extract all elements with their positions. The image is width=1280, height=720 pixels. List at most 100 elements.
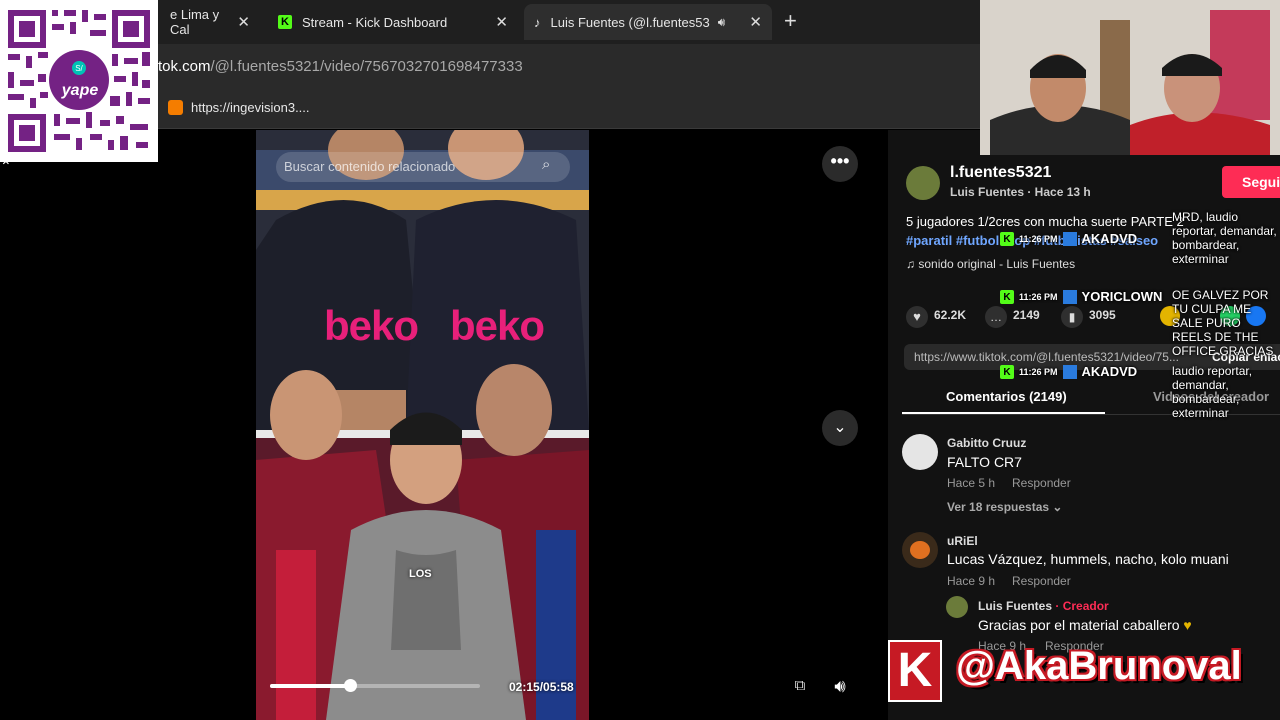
reply-button[interactable]: Responder [1012,476,1071,490]
bookmark-ingevision[interactable]: https://ingevision3.... [168,100,310,115]
kick-badge-icon: K [1000,290,1014,304]
video-frame [256,130,589,720]
comment-time: Hace 9 h [947,574,996,588]
creator-badge: Creador [1062,599,1109,613]
kick-badge-icon: K [1000,232,1014,246]
related-search-bar[interactable]: Buscar contenido relacionado ⌕ [276,152,570,182]
yape-qr-code: S/ yape [0,0,158,162]
shirt-logo-left: beko [324,302,419,349]
progress-handle[interactable] [343,679,357,692]
likes-count: 62.2K [934,308,967,322]
tab-lima[interactable]: e Lima y Cal ✕ [160,4,260,40]
chevron-down-icon: ⌄ [1049,500,1063,514]
url-path: /@l.fuentes5321/video/756703270169847733… [210,58,523,75]
avatar[interactable] [906,166,940,200]
chat-message-text: OE GALVEZ POR TU CULPA ME SALE PURO REEL… [1172,288,1274,358]
comment-user[interactable]: Gabitto Cruuz [947,436,1026,450]
reply-button[interactable]: Responder [1012,574,1071,588]
avatar[interactable] [902,532,938,568]
view-replies-button[interactable]: Ver 18 respuestas ⌄ [947,500,1062,514]
tab-kick-dashboard[interactable]: K Stream - Kick Dashboard ✕ [268,4,518,40]
comment-user[interactable]: Luis Fuentes · Creador [978,599,1109,613]
tab-title: Luis Fuentes (@l.fuentes53 [550,14,710,30]
video-player[interactable]: beko beko Buscar contenido relacionado ⌕… [256,130,589,720]
close-icon[interactable]: ✕ [237,13,250,31]
shirt-logo-right: beko [450,302,545,349]
close-icon[interactable]: ✕ [749,13,762,31]
music-note-icon: ♫ [906,257,919,271]
chat-message: K 11:26 PM AKADVD [1000,365,1137,379]
tab-comments[interactable]: Comentarios (2149) [946,389,1067,404]
comment-text-body: Gracias por el material caballero [978,617,1180,633]
saves-count: 3095 [1089,308,1116,322]
chat-message-text: MRD, laudio reportar, demandar, bombarde… [1172,210,1277,266]
svg-text:S/: S/ [75,64,83,73]
blogger-icon [168,100,183,115]
comment-text: Gracias por el material caballero ♥ [978,617,1192,633]
post-meta: Luis Fuentes · Hace 13 h [950,185,1091,199]
comment-time: Hace 5 h [947,476,996,490]
streamer-handle: @AkaBrunoval [956,644,1242,688]
follow-button[interactable]: Segui [1222,166,1280,198]
volume-icon[interactable]: 🔊︎ [824,670,856,702]
post-description: 5 jugadores 1/2cres con mucha suerte PAR… [906,214,1184,229]
chat-user: AKADVD [1081,231,1138,246]
like-heart-icon[interactable]: ♥ [906,306,928,328]
kick-logo-icon: K [888,640,942,702]
chat-message-text: laudio reportar, demandar, bombardear, e… [1172,364,1253,420]
chat-message: K 11:26 PM AKADVD [1000,232,1137,246]
video-progress-track[interactable] [270,679,480,692]
pip-icon[interactable]: ⧉ [786,672,814,700]
tab-title: e Lima y Cal [170,7,220,37]
avatar[interactable] [946,596,968,618]
chat-time: 11:26 PM [1019,234,1058,244]
pumpkin-icon [910,541,930,559]
comment-text: Lucas Vázquez, hummels, nacho, kolo muan… [947,551,1229,567]
bookmark-icon[interactable]: ▮ [1061,306,1083,328]
kick-badge-icon: K [1000,365,1014,379]
creator-name: Luis Fuentes [978,599,1053,613]
tab-title: Stream - Kick Dashboard [302,14,448,30]
video-caption: LOS [409,568,432,580]
webcam-feed [980,0,1280,155]
chat-user: AKADVD [1081,364,1138,379]
video-time: 02:15/05:58 [509,680,574,694]
user-badge-icon [1062,232,1077,246]
chat-time: 11:26 PM [1019,292,1058,302]
user-badge-icon [1062,365,1077,379]
post-sound[interactable]: ♫ sonido original - Luis Fuentes [906,257,1075,271]
share-url: https://www.tiktok.com/@l.fuentes5321/vi… [914,350,1179,364]
next-video-chevron-down-icon[interactable]: ⌄ [822,410,858,446]
speaker-icon[interactable]: 🔊︎ [718,15,726,30]
comment-user[interactable]: uRiEl [947,534,978,548]
kick-icon: K [278,15,292,29]
user-badge-icon [1062,290,1077,304]
close-icon[interactable]: ✕ [495,13,508,31]
search-icon[interactable]: ⌕ [542,156,550,173]
view-replies-label: Ver 18 respuestas [947,500,1050,514]
more-options-icon[interactable]: ••• [822,146,858,182]
yape-logo-text: yape [61,82,99,99]
chat-time: 11:26 PM [1019,367,1058,377]
video-progress-fill [270,684,350,688]
search-placeholder: Buscar contenido relacionado [284,159,456,174]
comment-bubble-icon[interactable]: … [985,306,1007,328]
webcam-image [980,0,1280,155]
heart-emoji-icon: ♥ [1183,617,1192,633]
tiktok-icon: ♪ [534,14,541,30]
avatar[interactable] [902,434,938,470]
comment-text: FALTO CR7 [947,454,1022,470]
follow-label: Segui [1242,174,1280,190]
sound-label: sonido original - Luis Fuentes [918,257,1076,271]
chevron-up-icon[interactable]: ⌃ [0,158,12,175]
chat-user: YORICLOWN [1081,289,1163,304]
url-field[interactable]: tok.com/@l.fuentes5321/video/75670327016… [158,58,523,75]
tab-tiktok[interactable]: ♪ Luis Fuentes (@l.fuentes53 🔊︎ ✕ [524,4,772,40]
qr-code-image: S/ [4,6,152,156]
bookmark-label: https://ingevision3.... [191,100,310,115]
new-tab-plus-icon[interactable]: + [784,8,802,34]
url-host: tok.com [158,58,211,75]
post-username[interactable]: l.fuentes5321 [950,164,1051,182]
chat-message: K 11:26 PM YORICLOWN [1000,290,1162,304]
comments-count: 2149 [1013,308,1040,322]
